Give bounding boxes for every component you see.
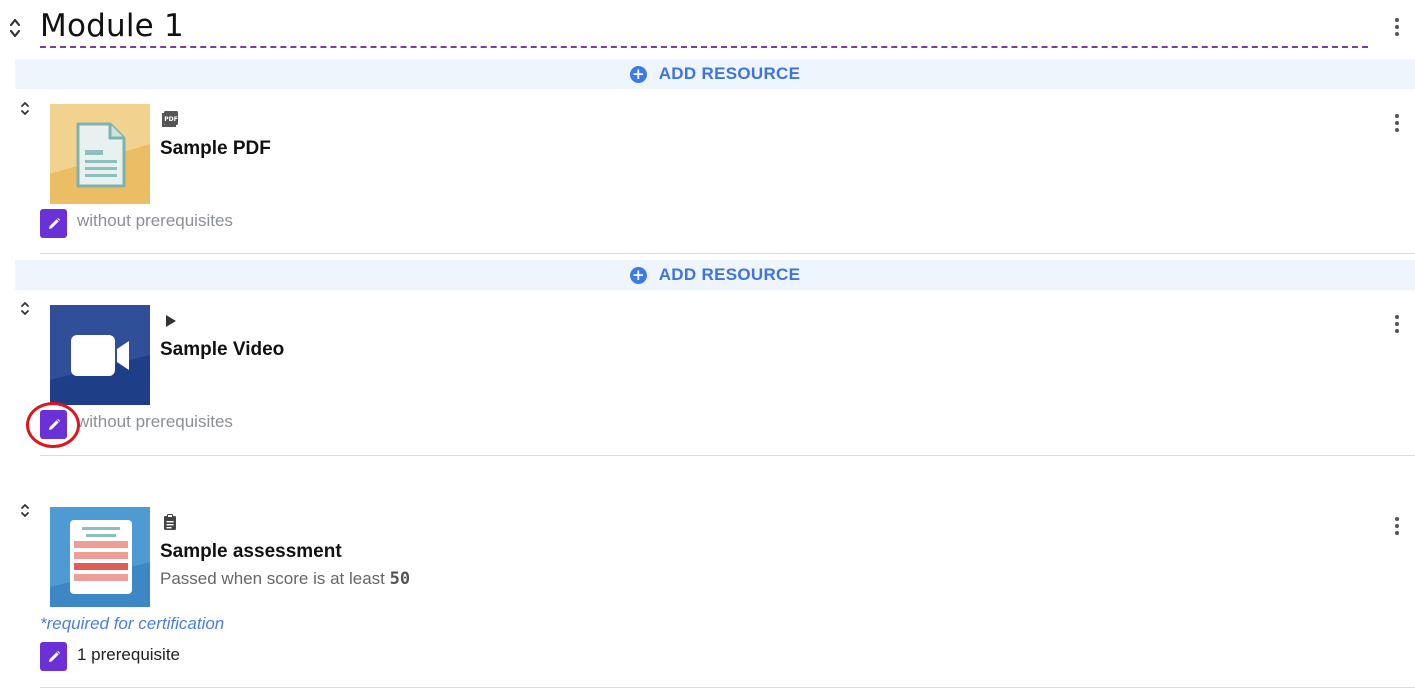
clipboard-icon (161, 513, 179, 531)
prerequisites-label: 1 prerequisite (77, 645, 181, 664)
highlight-annotation (26, 402, 80, 448)
play-icon (162, 312, 180, 330)
resource-title[interactable]: Sample assessment (160, 541, 342, 563)
module-more-menu-icon[interactable] (1392, 16, 1402, 40)
add-resource-label: ADD RESOURCE (658, 265, 801, 284)
plus-circle-icon: + (629, 65, 647, 83)
passing-score-prefix: Passed when score is at least (160, 569, 385, 588)
reorder-chevrons-icon[interactable] (18, 501, 32, 523)
row-divider (40, 687, 1415, 688)
reorder-chevrons-icon[interactable] (8, 16, 22, 38)
module-title-underline (40, 46, 1368, 48)
row-divider (40, 455, 1415, 456)
resource-more-menu-icon[interactable] (1392, 313, 1402, 337)
required-for-certification-note: *required for certification (40, 614, 225, 633)
pencil-icon (48, 650, 60, 662)
row-divider (40, 253, 1415, 254)
svg-text:PDF: PDF (164, 116, 177, 123)
pencil-icon (48, 217, 60, 229)
passing-score-text: Passed when score is at least 50 (160, 569, 410, 589)
prerequisites-label: without prerequisites (77, 412, 233, 431)
reorder-chevrons-icon[interactable] (18, 99, 32, 121)
resource-title[interactable]: Sample PDF (160, 138, 271, 160)
add-resource-button[interactable]: + ADD RESOURCE (15, 59, 1415, 89)
assessment-thumbnail (50, 507, 150, 607)
edit-prerequisites-button[interactable] (40, 209, 67, 238)
course-editor: Module 1 + ADD RESOURCE PDF Sample PDF w… (0, 0, 1415, 691)
module-title[interactable]: Module 1 (40, 6, 184, 46)
prerequisites-label: without prerequisites (77, 211, 233, 230)
reorder-chevrons-icon[interactable] (18, 299, 32, 321)
video-camera-thumbnail (50, 305, 150, 405)
passing-score-value: 50 (389, 569, 411, 589)
document-thumbnail (50, 104, 150, 204)
resource-title[interactable]: Sample Video (160, 339, 284, 361)
plus-circle-icon: + (629, 266, 647, 284)
pdf-icon: PDF (161, 110, 179, 128)
add-resource-button[interactable]: + ADD RESOURCE (15, 260, 1415, 290)
add-resource-label: ADD RESOURCE (658, 64, 801, 83)
resource-more-menu-icon[interactable] (1392, 515, 1402, 539)
resource-more-menu-icon[interactable] (1392, 112, 1402, 136)
edit-prerequisites-button[interactable] (40, 642, 67, 671)
